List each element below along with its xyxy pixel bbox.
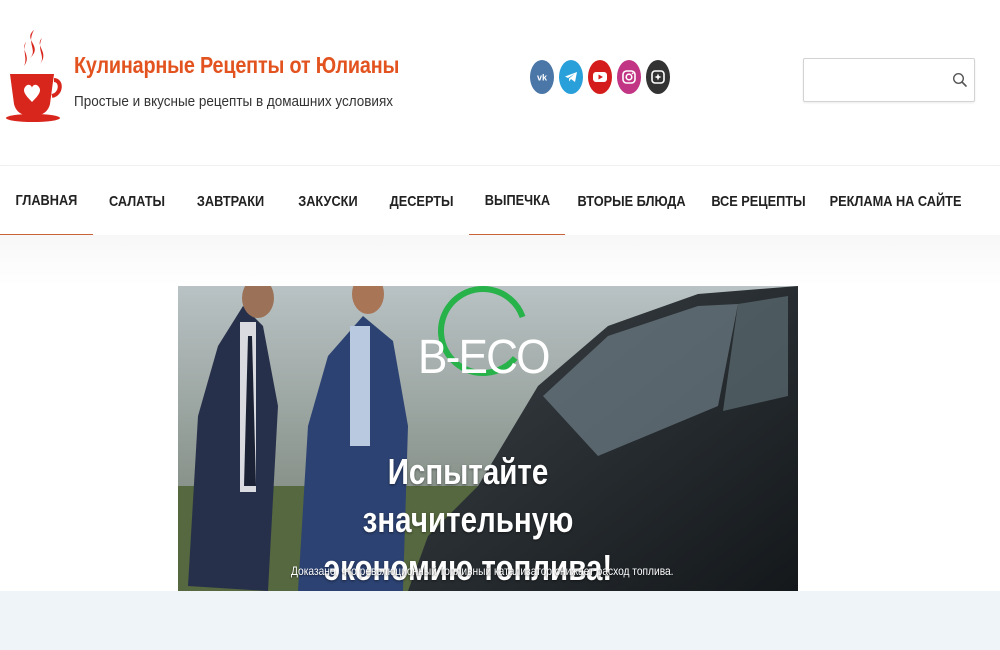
nav-item-baking[interactable]: ВЫПЕЧКА [469, 166, 565, 236]
search-icon[interactable] [952, 72, 968, 88]
nav-item-advertising[interactable]: РЕКЛАМА НА САЙТЕ [818, 166, 974, 236]
svg-text:vk: vk [537, 73, 548, 83]
content-spacer [0, 235, 1000, 286]
nav-item-salads[interactable]: САЛАТЫ [93, 166, 181, 236]
nav-item-all-recipes[interactable]: ВСЕ РЕЦЕПТЫ [698, 166, 818, 236]
instagram-icon[interactable] [617, 60, 641, 94]
nav-item-home[interactable]: ГЛАВНАЯ [0, 166, 93, 236]
telegram-icon[interactable] [559, 60, 583, 94]
ad-brand-logo: B-ECO [418, 331, 550, 384]
advertisement-banner[interactable]: B-ECO Испытайте значительную экономию то… [178, 286, 798, 591]
odnoklassniki-icon[interactable] [646, 60, 670, 94]
main-navigation: ГЛАВНАЯ САЛАТЫ ЗАВТРАКИ ЗАКУСКИ ДЕСЕРТЫ … [0, 165, 1000, 236]
nav-item-desserts[interactable]: ДЕСЕРТЫ [374, 166, 469, 236]
nav-item-main-courses[interactable]: ВТОРЫЕ БЛЮДА [565, 166, 698, 236]
nav-item-breakfasts[interactable]: ЗАВТРАКИ [181, 166, 281, 236]
nav-item-snacks[interactable]: ЗАКУСКИ [281, 166, 374, 236]
site-tagline: Простые и вкусные рецепты в домашних усл… [74, 93, 394, 110]
vk-icon[interactable]: vk [530, 60, 554, 94]
social-links: vk [530, 60, 670, 94]
coffee-cup-logo-icon[interactable] [4, 28, 62, 122]
youtube-icon[interactable] [588, 60, 612, 94]
search-input[interactable] [804, 59, 944, 101]
ad-subtext: Доказано, что революционный топливный ка… [291, 564, 674, 578]
search-box [803, 58, 975, 102]
site-title[interactable]: Кулинарные Рецепты от Юлианы [74, 52, 399, 79]
content-area [0, 591, 1000, 650]
site-header: Кулинарные Рецепты от Юлианы Простые и в… [0, 0, 1000, 165]
